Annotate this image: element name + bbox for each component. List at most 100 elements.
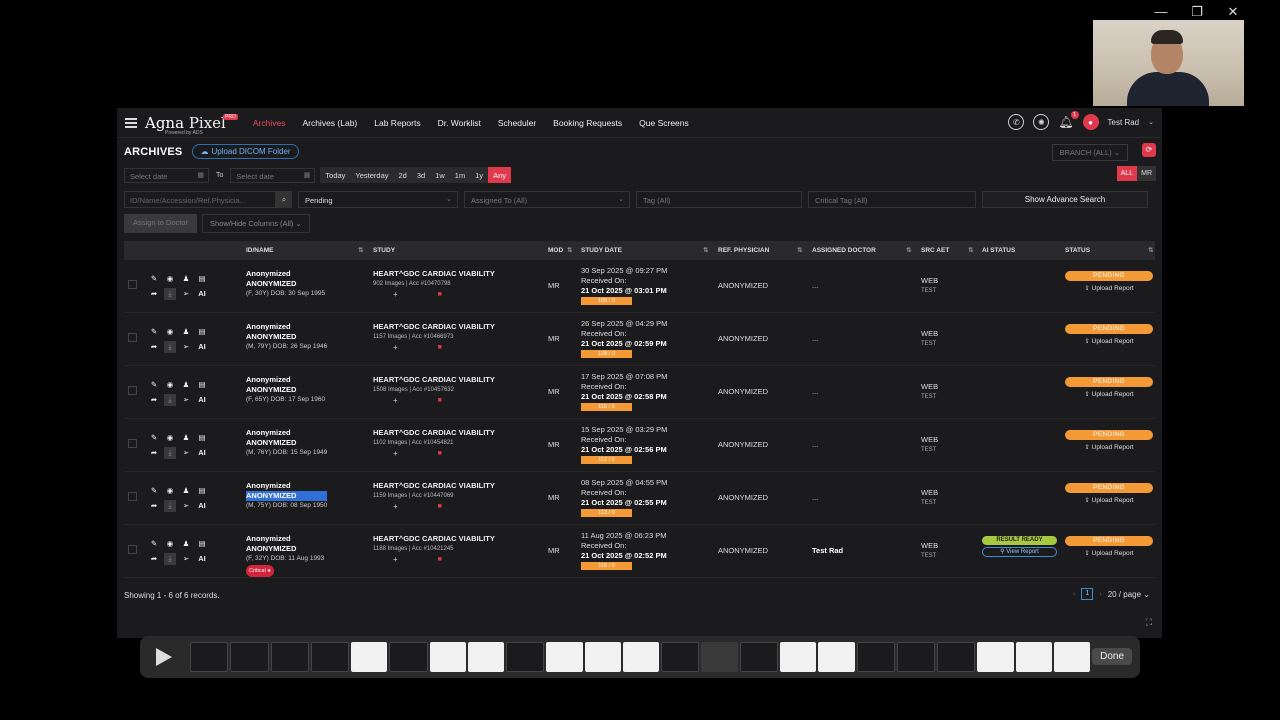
ai-icon[interactable]: AI <box>196 341 208 353</box>
tag-select[interactable]: Tag (All) <box>636 191 802 208</box>
share-icon[interactable]: ➦ <box>148 288 160 300</box>
trash-icon[interactable]: ■ <box>438 290 442 300</box>
plus-icon[interactable]: + <box>393 502 398 512</box>
quick-date-2d[interactable]: 2d <box>394 167 412 183</box>
assign-to-doctor-button[interactable]: Assign to Doctor <box>124 214 198 233</box>
user-icon[interactable]: ♟ <box>180 326 192 338</box>
thumbnail[interactable] <box>937 642 976 672</box>
send-icon[interactable]: ➢ <box>180 500 192 512</box>
download-icon[interactable]: ⤓ <box>164 499 176 512</box>
sort-icon[interactable]: ⇅ <box>1148 246 1153 254</box>
table-row[interactable]: ✎ ◉ ♟ ▤ ➦ ⤓ ➢ AI Anonymized ANONYMIZED (F, 32Y) DO… <box>124 525 1155 578</box>
play-icon[interactable] <box>156 648 172 666</box>
thumbnail[interactable] <box>310 642 350 672</box>
eye-icon[interactable]: ◉ <box>164 326 176 338</box>
row-checkbox[interactable] <box>128 280 137 289</box>
settings-badge-icon[interactable]: ✺ <box>1033 114 1050 130</box>
ai-icon[interactable]: AI <box>196 553 208 565</box>
chevron-down-icon[interactable]: ⌄ <box>1148 118 1154 126</box>
edit-icon[interactable]: ✎ <box>148 432 160 444</box>
document-icon[interactable]: ▤ <box>196 326 208 338</box>
upload-report-link[interactable]: ⇪ Upload Report <box>1065 390 1153 398</box>
plus-icon[interactable]: + <box>393 290 398 300</box>
trash-icon[interactable]: ■ <box>438 343 442 353</box>
sort-icon[interactable]: ⇅ <box>968 246 973 254</box>
user-icon[interactable]: ♟ <box>180 273 192 285</box>
status-select[interactable]: Pending ⌄ <box>298 191 458 208</box>
nav-archives-lab[interactable]: Archives (Lab) <box>302 118 357 128</box>
quick-date-1y[interactable]: 1y <box>470 167 488 183</box>
status-badge[interactable]: PENDING <box>1065 430 1153 440</box>
thumbnail[interactable] <box>467 642 505 672</box>
plus-icon[interactable]: + <box>393 343 398 353</box>
quick-date-yesterday[interactable]: Yesterday <box>350 167 393 183</box>
user-icon[interactable]: ♟ <box>180 538 192 550</box>
edit-icon[interactable]: ✎ <box>148 538 160 550</box>
ai-icon[interactable]: AI <box>196 447 208 459</box>
critical-badge[interactable]: Critical ● <box>246 565 274 577</box>
document-icon[interactable]: ▤ <box>196 485 208 497</box>
assigned-doctor-cell[interactable]: ... <box>812 281 818 290</box>
modality-mr[interactable]: MR <box>1137 166 1156 181</box>
col-ai-status[interactable]: AI STATUS <box>982 247 1015 254</box>
user-icon[interactable]: ♟ <box>180 432 192 444</box>
prev-page-icon[interactable]: ‹ <box>1073 591 1075 598</box>
thumbnail[interactable] <box>779 642 817 672</box>
share-icon[interactable]: ➦ <box>148 553 160 565</box>
status-badge[interactable]: PENDING <box>1065 536 1153 546</box>
row-checkbox[interactable] <box>128 492 137 501</box>
edit-icon[interactable]: ✎ <box>148 379 160 391</box>
modality-all[interactable]: ALL <box>1116 166 1138 181</box>
col-status[interactable]: STATUS ⇅ <box>1065 247 1153 254</box>
page-number[interactable]: 1 <box>1081 588 1094 600</box>
thumbnail[interactable] <box>701 642 738 672</box>
thumbnail[interactable] <box>230 642 269 672</box>
row-checkbox[interactable] <box>128 333 137 342</box>
thumbnail[interactable] <box>977 642 1014 672</box>
trash-icon[interactable]: ■ <box>438 502 442 512</box>
thumbnail[interactable] <box>190 642 229 672</box>
col-study-date[interactable]: STUDY DATE ⇅ <box>581 247 708 254</box>
upload-report-link[interactable]: ⇪ Upload Report <box>1065 496 1153 504</box>
download-icon[interactable]: ⤓ <box>164 340 176 353</box>
share-icon[interactable]: ➦ <box>148 341 160 353</box>
upload-report-link[interactable]: ⇪ Upload Report <box>1065 337 1153 345</box>
search-icon[interactable]: ⌕ <box>276 191 292 208</box>
col-ref-physician[interactable]: REF. PHYSICIAN ⇅ <box>718 247 802 254</box>
thumbnail[interactable] <box>389 642 428 672</box>
col-id-name[interactable]: ID/NAME ⇅ <box>246 247 363 254</box>
nav-archives[interactable]: Archives <box>253 118 286 128</box>
done-button[interactable]: Done <box>1092 648 1132 665</box>
quick-date-3d[interactable]: 3d <box>412 167 430 183</box>
view-report-button[interactable]: ⚲ View Report <box>982 547 1057 557</box>
thumbnail[interactable] <box>1015 642 1052 672</box>
thumbnail[interactable] <box>818 642 855 672</box>
edit-icon[interactable]: ✎ <box>148 273 160 285</box>
col-src-aet[interactable]: SRC AET ⇅ <box>921 247 973 254</box>
send-icon[interactable]: ➢ <box>180 394 192 406</box>
document-icon[interactable]: ▤ <box>196 538 208 550</box>
download-icon[interactable]: ⤓ <box>164 552 176 565</box>
nav-scheduler[interactable]: Scheduler <box>498 118 536 128</box>
row-checkbox[interactable] <box>128 439 137 448</box>
nav-que-screens[interactable]: Que Screens <box>639 118 689 128</box>
document-icon[interactable]: ▤ <box>196 432 208 444</box>
upload-dicom-button[interactable]: ☁ Upload DICOM Folder <box>192 144 299 159</box>
eye-icon[interactable]: ◉ <box>164 485 176 497</box>
upload-report-link[interactable]: ⇪ Upload Report <box>1065 549 1153 557</box>
assigned-doctor-cell[interactable]: ... <box>812 493 818 502</box>
assigned-doctor-cell[interactable]: ... <box>812 440 818 449</box>
advance-search-button[interactable]: Show Advance Search <box>982 191 1148 208</box>
edit-icon[interactable]: ✎ <box>148 326 160 338</box>
document-icon[interactable]: ▤ <box>196 273 208 285</box>
thumbnail-strip[interactable] <box>190 642 1091 672</box>
quick-date-1w[interactable]: 1w <box>430 167 450 183</box>
whatsapp-icon[interactable]: ✆ <box>1008 114 1025 130</box>
ai-icon[interactable]: AI <box>196 500 208 512</box>
eye-icon[interactable]: ◉ <box>164 379 176 391</box>
next-page-icon[interactable]: › <box>1099 591 1101 598</box>
send-icon[interactable]: ➢ <box>180 341 192 353</box>
maximize-button[interactable]: ❐ <box>1190 4 1204 20</box>
thumbnail[interactable] <box>896 642 936 672</box>
sort-icon[interactable]: ⇅ <box>797 246 802 254</box>
